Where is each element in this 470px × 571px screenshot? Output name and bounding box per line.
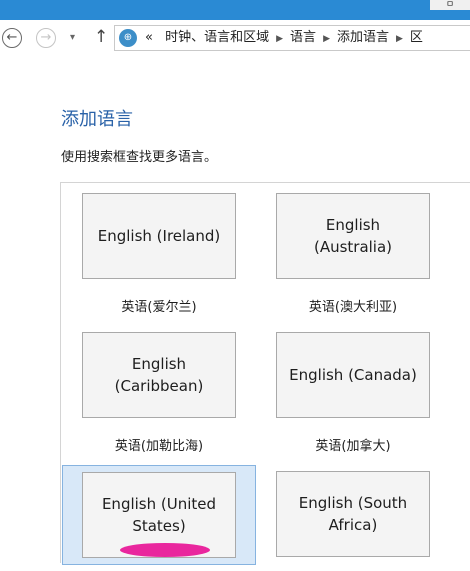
recent-locations-dropdown-icon[interactable]: ▾ (70, 32, 75, 43)
language-item-en-au[interactable]: English (Australia) 英语(澳大利亚) (276, 193, 446, 323)
language-caption: 英语(加拿大) (315, 439, 391, 454)
language-grid: English (Ireland) 英语(爱尔兰) English (Austr… (60, 182, 470, 565)
language-tile[interactable]: English (Canada) (276, 332, 430, 418)
language-tile[interactable]: English (Australia) (276, 193, 430, 279)
language-tile[interactable]: English (South Africa) (276, 471, 430, 557)
language-item-en-029[interactable]: English (Caribbean) 英语(加勒比海) (81, 332, 251, 462)
language-tile[interactable]: English (Caribbean) (82, 332, 236, 418)
language-caption: 英语(澳大利亚) (308, 300, 398, 315)
breadcrumb-item-language[interactable]: 语言 (290, 30, 316, 45)
breadcrumb-separator-icon[interactable]: ▶ (276, 34, 283, 44)
breadcrumb: « 时钟、语言和区域 ▶ 语言 ▶ 添加语言 ▶ 区 (145, 26, 423, 50)
breadcrumb-item-clock-language-region[interactable]: 时钟、语言和区域 (165, 30, 269, 45)
navigation-bar: ← → ▾ ↑ ⊕ « 时钟、语言和区域 ▶ 语言 ▶ 添加语言 ▶ 区 (0, 20, 470, 56)
breadcrumb-separator-icon[interactable]: ▶ (323, 34, 330, 44)
window-control-button[interactable]: ㅁ (430, 0, 470, 10)
breadcrumb-separator-icon[interactable]: ▶ (396, 34, 403, 44)
up-level-button[interactable]: ↑ (94, 27, 108, 47)
back-button[interactable]: ← (2, 28, 22, 48)
highlight-annotation (120, 543, 210, 557)
language-item-en-ie[interactable]: English (Ireland) 英语(爱尔兰) (81, 193, 251, 323)
control-panel-icon: ⊕ (119, 29, 137, 47)
window-titlebar: ㅁ (0, 0, 470, 20)
language-caption: 英语(加勒比海) (114, 439, 204, 454)
language-tile[interactable]: English (Ireland) (82, 193, 236, 279)
language-caption: 英语(爱尔兰) (121, 300, 197, 315)
page-description: 使用搜索框查找更多语言。 (61, 150, 218, 165)
language-item-en-ca[interactable]: English (Canada) 英语(加拿大) (276, 332, 446, 462)
language-item-en-za[interactable]: English (South Africa) (276, 471, 446, 571)
forward-button[interactable]: → (36, 28, 56, 48)
breadcrumb-item-region[interactable]: 区 (410, 30, 423, 45)
address-bar[interactable]: ⊕ « 时钟、语言和区域 ▶ 语言 ▶ 添加语言 ▶ 区 (114, 25, 470, 51)
breadcrumb-overflow-icon[interactable]: « (145, 30, 153, 45)
page-title: 添加语言 (61, 109, 133, 130)
breadcrumb-item-add-language[interactable]: 添加语言 (337, 30, 389, 45)
